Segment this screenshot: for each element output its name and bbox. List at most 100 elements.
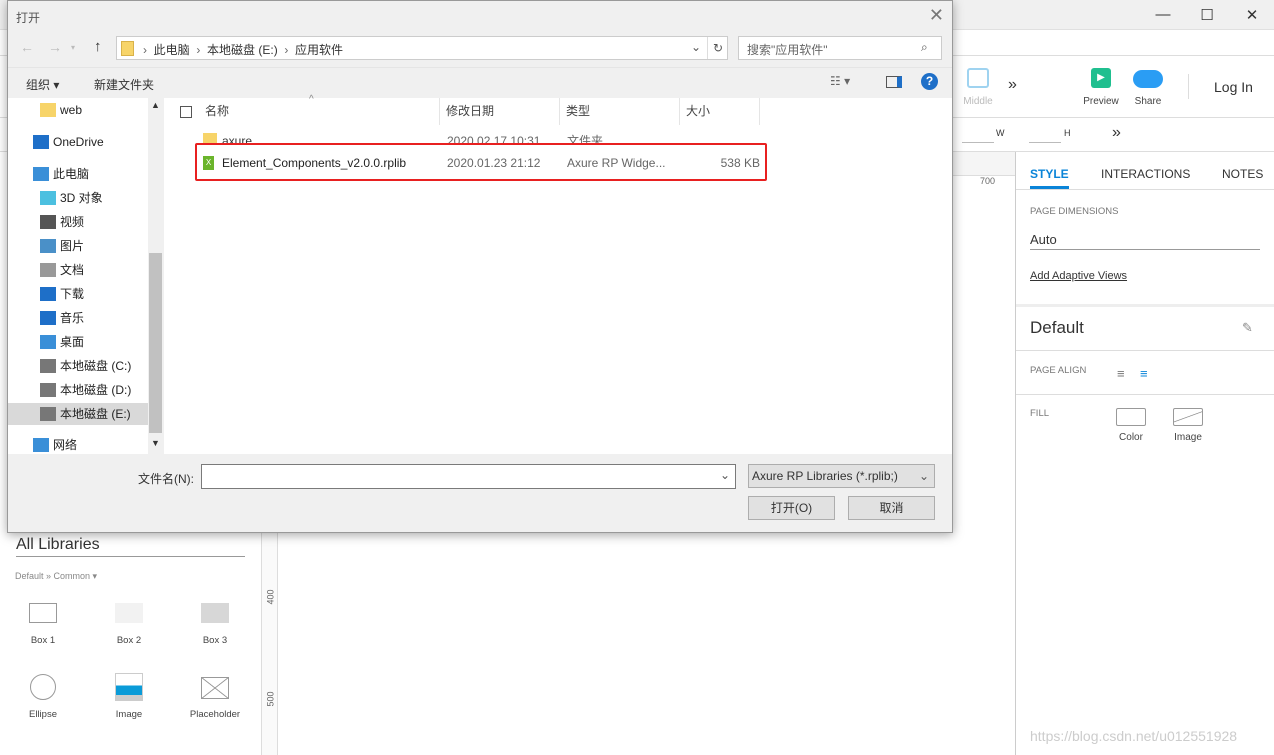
- cloud-icon[interactable]: [1133, 70, 1163, 88]
- fill-image-swatch[interactable]: [1173, 408, 1203, 426]
- open-button[interactable]: 打开(O): [748, 496, 835, 520]
- width-input[interactable]: [962, 142, 994, 143]
- nav-item[interactable]: 本地磁盘 (E:): [8, 403, 148, 425]
- fill-image-label: Image: [1174, 432, 1202, 443]
- column-size[interactable]: 大小: [680, 98, 760, 125]
- breadcrumb-item[interactable]: 此电脑: [154, 43, 190, 57]
- filename-input[interactable]: ⌄: [201, 464, 736, 489]
- nav-item[interactable]: 图片: [8, 235, 148, 257]
- column-type[interactable]: 类型: [560, 98, 680, 125]
- ruler-label: 500: [265, 691, 276, 707]
- nav-item[interactable]: 本地磁盘 (C:): [8, 355, 148, 377]
- preview-button[interactable]: Preview: [1080, 96, 1122, 107]
- cancel-button[interactable]: 取消: [848, 496, 935, 520]
- nav-item[interactable]: OneDrive: [8, 131, 148, 153]
- organize-button[interactable]: 组织 ▾: [26, 76, 59, 93]
- widget-label: Image: [115, 709, 143, 720]
- scroll-down-icon[interactable]: ▼: [151, 438, 160, 448]
- login-button[interactable]: Log In: [1214, 79, 1253, 95]
- w-label: W: [996, 128, 1005, 138]
- refresh-icon[interactable]: ↻: [707, 37, 728, 59]
- scroll-up-icon[interactable]: ▲: [151, 100, 160, 110]
- nav-item[interactable]: 下载: [8, 283, 148, 305]
- preview-pane-icon[interactable]: [886, 76, 902, 88]
- nav-item[interactable]: web: [8, 99, 148, 121]
- highlight-box: [195, 143, 767, 181]
- scrollbar-thumb[interactable]: [149, 253, 162, 433]
- nav-item-label: 本地磁盘 (C:): [60, 359, 132, 373]
- video-icon: [40, 215, 56, 229]
- nav-item[interactable]: 网络: [8, 434, 148, 456]
- nav-item-label: 桌面: [60, 335, 85, 349]
- breadcrumb-item[interactable]: 应用软件: [295, 43, 343, 57]
- file-row[interactable]: axure 2020.02.17 10:31 文件夹: [174, 130, 934, 144]
- close-button[interactable]: ✕: [1242, 6, 1262, 26]
- maximize-button[interactable]: ☐: [1197, 6, 1217, 26]
- search-input[interactable]: 搜索"应用软件" ⌕: [738, 36, 942, 60]
- recent-dropdown[interactable]: ▾: [71, 43, 75, 52]
- new-folder-button[interactable]: 新建文件夹: [94, 76, 154, 93]
- nav-item[interactable]: 此电脑: [8, 163, 148, 185]
- nav-item[interactable]: 3D 对象: [8, 187, 148, 209]
- box2-icon[interactable]: [115, 603, 143, 623]
- align-middle-icon[interactable]: [967, 68, 989, 88]
- computer-icon: [33, 167, 49, 181]
- minimize-button[interactable]: —: [1153, 6, 1173, 26]
- watermark: https://blog.csdn.net/u012551928: [1030, 728, 1238, 744]
- more-icon[interactable]: »: [1008, 76, 1017, 94]
- back-button[interactable]: ←: [20, 39, 34, 55]
- nav-scrollbar[interactable]: ▲ ▼: [148, 98, 163, 454]
- nav-item[interactable]: 文档: [8, 259, 148, 281]
- forward-button[interactable]: →: [48, 39, 62, 55]
- tab-interactions[interactable]: INTERACTIONS: [1101, 167, 1190, 181]
- page-dimensions-select[interactable]: Auto: [1030, 232, 1260, 250]
- inspector-panel: STYLE INTERACTIONS NOTES PAGE DIMENSIONS…: [1015, 152, 1274, 755]
- column-name[interactable]: 名称: [199, 98, 440, 125]
- image-icon[interactable]: [115, 673, 143, 701]
- nav-item[interactable]: 音乐: [8, 307, 148, 329]
- filetype-select[interactable]: Axure RP Libraries (*.rplib;) ⌄: [748, 464, 935, 488]
- nav-item[interactable]: 本地磁盘 (D:): [8, 379, 148, 401]
- address-dropdown-icon[interactable]: ⌄: [691, 40, 701, 54]
- add-adaptive-views-link[interactable]: Add Adaptive Views: [1030, 270, 1127, 282]
- share-button[interactable]: Share: [1128, 96, 1168, 107]
- ellipse-icon[interactable]: [30, 674, 56, 700]
- edit-style-icon[interactable]: ✎: [1242, 320, 1253, 336]
- tab-notes[interactable]: NOTES: [1222, 167, 1263, 181]
- nav-item[interactable]: 桌面: [8, 331, 148, 353]
- fill-color-swatch[interactable]: [1116, 408, 1146, 426]
- vertical-ruler: 400 500: [262, 532, 278, 755]
- align-center-icon[interactable]: ≡: [1140, 366, 1148, 381]
- height-input[interactable]: [1029, 142, 1061, 143]
- view-options-icon[interactable]: ☷ ▾: [830, 74, 850, 88]
- preview-icon[interactable]: ▶: [1091, 68, 1111, 88]
- address-bar[interactable]: › 此电脑 › 本地磁盘 (E:) › 应用软件 ⌄ ↻: [116, 36, 728, 60]
- page-align-label: PAGE ALIGN: [1030, 365, 1087, 376]
- nav-item-label: web: [60, 103, 83, 117]
- download-icon: [40, 287, 56, 301]
- placeholder-icon[interactable]: [201, 677, 229, 699]
- filename-dropdown-icon[interactable]: ⌄: [720, 468, 730, 482]
- style-name[interactable]: Default: [1030, 318, 1084, 338]
- ruler-label: 700: [980, 176, 996, 186]
- search-icon[interactable]: ⌕: [921, 40, 928, 55]
- select-all-checkbox[interactable]: [180, 106, 192, 118]
- up-button[interactable]: ↑: [94, 38, 102, 55]
- file-name: axure: [222, 134, 253, 144]
- box3-icon[interactable]: [201, 603, 229, 623]
- more-icon[interactable]: »: [1112, 124, 1121, 142]
- column-date[interactable]: 修改日期: [440, 98, 560, 125]
- help-icon[interactable]: ?: [921, 73, 938, 90]
- align-left-icon[interactable]: ≡: [1117, 366, 1125, 381]
- page-dimensions-label: PAGE DIMENSIONS: [1030, 206, 1119, 217]
- nav-item-label: OneDrive: [53, 135, 104, 149]
- dialog-close-button[interactable]: ✕: [929, 5, 944, 26]
- nav-item-label: 下载: [60, 287, 85, 301]
- divider: [1188, 74, 1189, 99]
- library-select[interactable]: All Libraries: [16, 536, 245, 557]
- tab-style[interactable]: STYLE: [1030, 167, 1069, 189]
- breadcrumb-item[interactable]: 本地磁盘 (E:): [207, 43, 278, 57]
- library-path[interactable]: Default » Common ▾: [15, 571, 97, 582]
- nav-item[interactable]: 视频: [8, 211, 148, 233]
- box1-icon[interactable]: [29, 603, 57, 623]
